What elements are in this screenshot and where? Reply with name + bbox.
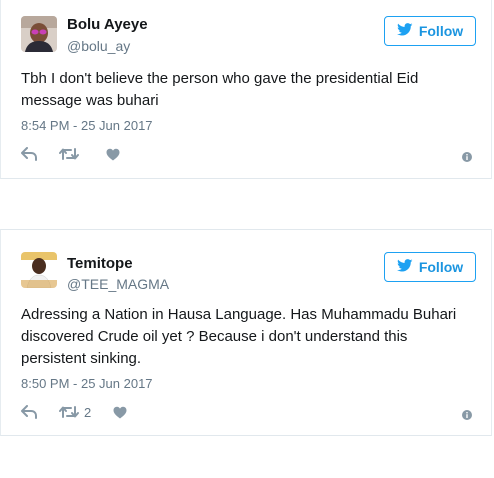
tweet-text: Tbh I don't believe the person who gave … — [21, 70, 419, 109]
tweet-actions: 2 — [21, 404, 149, 420]
user-handle[interactable]: @bolu_ay — [67, 38, 130, 54]
reply-icon — [21, 405, 37, 419]
tweet-actions — [21, 146, 142, 162]
display-name[interactable]: Temitope — [67, 255, 133, 272]
tweet-text: Adressing a Nation in Hausa Language. Ha… — [21, 306, 457, 367]
like-button[interactable] — [106, 148, 120, 161]
retweet-button[interactable] — [59, 147, 84, 161]
twitter-bird-icon — [396, 23, 413, 39]
info-icon[interactable] — [462, 407, 472, 420]
like-button[interactable] — [113, 406, 127, 419]
user-handle[interactable]: @TEE_MAGMA — [67, 276, 169, 292]
reply-button[interactable] — [21, 405, 37, 419]
like-heart-icon — [113, 406, 127, 419]
retweet-icon — [59, 147, 79, 161]
follow-button-label: Follow — [418, 259, 464, 275]
follow-button[interactable]: Follow — [384, 16, 476, 46]
avatar[interactable] — [21, 16, 57, 52]
tweet-card: Bolu Ayeye @bolu_ay Follow Tbh I don't b… — [0, 0, 492, 179]
retweet-count: 2 — [84, 404, 92, 420]
tweet-timestamp[interactable]: 8:50 PM - 25 Jun 2017 — [21, 376, 153, 391]
follow-button-label: Follow — [418, 23, 464, 39]
retweet-icon — [59, 405, 79, 419]
retweet-button[interactable]: 2 — [59, 405, 91, 420]
tweet-timestamp[interactable]: 8:54 PM - 25 Jun 2017 — [21, 118, 153, 133]
like-heart-icon — [106, 148, 120, 161]
reply-icon — [21, 147, 37, 161]
tweet-card: Temitope @TEE_MAGMA Follow Adressing a N… — [0, 229, 492, 436]
avatar[interactable] — [21, 252, 57, 288]
follow-button[interactable]: Follow — [384, 252, 476, 282]
display-name[interactable]: Bolu Ayeye — [67, 16, 148, 33]
reply-button[interactable] — [21, 147, 37, 161]
twitter-bird-icon — [396, 259, 413, 275]
info-icon[interactable] — [462, 149, 472, 162]
